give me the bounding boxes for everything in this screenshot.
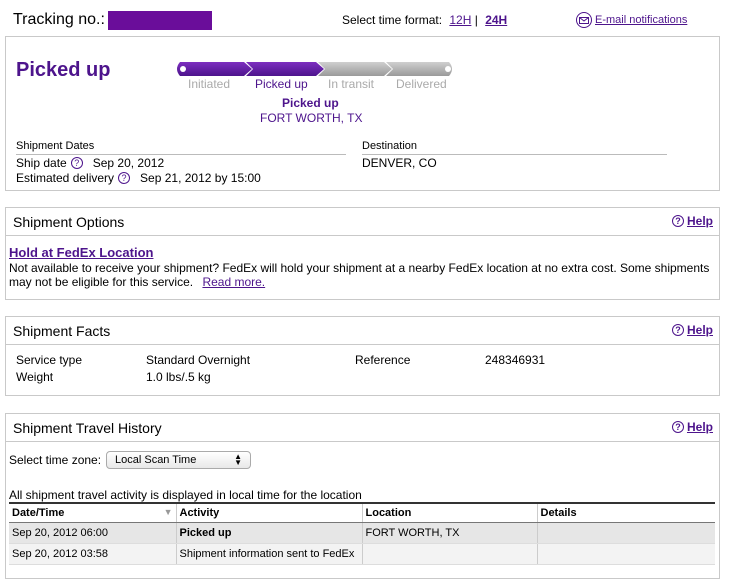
step-label-picked-up: Picked up [255,77,308,91]
divider [6,344,719,345]
destination-header: Destination [362,140,667,155]
tracking-number-redacted [108,11,212,30]
help-link-text[interactable]: Help [687,420,713,434]
time-zone-value: Local Scan Time [115,454,197,466]
hold-description-text: Not available to receive your shipment? … [9,261,710,289]
help-question-icon[interactable]: ? [118,172,131,184]
step-label-in-transit: In transit [328,77,375,91]
est-delivery-value: Sep 21, 2012 by 15:00 [140,171,261,185]
section-title: Shipment Travel History [13,420,162,436]
ship-date-label: Ship date [16,156,67,170]
table-row: Sep 20, 2012 06:00 Picked up FORT WORTH,… [9,522,715,544]
time-zone-label: Select time zone: [9,453,102,467]
est-delivery-label: Estimated delivery [16,171,115,185]
sort-down-icon[interactable]: ▼ [164,507,173,517]
est-delivery-row: Estimated delivery ? Sep 21, 2012 by 15:… [16,171,261,185]
column-header-location: Location [361,502,537,523]
progress-bar [177,62,452,76]
help-link-text[interactable]: Help [687,323,713,337]
help-question-icon: ? [671,324,684,336]
time-format-24h-link[interactable]: 24H [485,13,507,27]
tracking-header: Tracking no.: Select time format: 12H | … [5,5,720,33]
column-header-activity: Activity [175,502,362,523]
service-type-value: Standard Overnight [146,353,251,367]
select-arrows-icon: ▲ ▼ [234,452,242,467]
time-format-12h-link[interactable]: 12H [449,13,471,27]
progress-step-in-transit [318,62,392,76]
help-link-text[interactable]: Help [687,214,713,228]
status-title: Picked up [16,59,111,81]
progress-step-delivered [386,62,452,76]
tracking-number-label: Tracking no.: [13,11,105,28]
help-question-icon: ? [671,421,684,433]
ship-date-row: Ship date ? Sep 20, 2012 [16,156,164,170]
progress-step-initiated [177,62,252,76]
table-row: Sep 20, 2012 03:58 Shipment information … [9,543,715,565]
shipment-dates-header: Shipment Dates [16,140,346,155]
ship-date-value: Sep 20, 2012 [92,156,165,170]
time-format-label: Select time format: [342,13,443,27]
column-header-details: Details [536,502,715,523]
help-question-icon[interactable]: ? [70,157,83,169]
cell-location: FORT WORTH, TX [361,522,537,544]
cell-details [536,522,715,544]
time-zone-select[interactable]: Local Scan Time ▲ ▼ [106,451,251,469]
shipment-facts-panel: Shipment Facts ? Help Service type Stand… [5,316,720,396]
envelope-icon [576,12,592,28]
help-question-icon: ? [671,215,684,227]
help-link[interactable]: ? Help [671,214,713,228]
read-more-link[interactable]: Read more. [202,275,265,289]
divider [6,441,719,442]
time-zone-note: All shipment travel activity is displaye… [9,488,362,502]
cell-activity: Shipment information sent to FedEx [175,543,362,565]
cell-datetime: Sep 20, 2012 06:00 [9,522,176,544]
travel-history-table: Date/Time ▼ Activity Location Details Sep… [9,502,715,565]
section-title: Shipment Options [13,214,125,230]
reference-value: 248346931 [485,353,546,367]
divider [6,235,719,236]
email-notifications[interactable]: E-mail notifications [576,12,687,28]
service-type-label: Service type [16,353,83,367]
cell-activity: Picked up [175,522,362,544]
table-header-row: Date/Time ▼ Activity Location Details [9,502,715,523]
progress-step-picked-up [246,62,324,76]
weight-label: Weight [16,370,54,384]
cell-location [361,543,537,565]
current-status: Picked up [282,96,339,110]
section-title: Shipment Facts [13,323,111,339]
destination-value: DENVER, CO [362,156,437,170]
current-location: FORT WORTH, TX [260,111,363,125]
reference-label: Reference [355,353,411,367]
time-format-selector: Select time format: 12H | 24H [342,13,508,27]
shipment-options-panel: Shipment Options ? Help Hold at FedEx Lo… [5,207,720,300]
hold-description: Not available to receive your shipment? … [9,261,717,289]
hold-at-fedex-link[interactable]: Hold at FedEx Location [9,245,153,260]
cell-details [536,543,715,565]
cell-datetime: Sep 20, 2012 03:58 [9,543,176,565]
help-link[interactable]: ? Help [671,420,713,434]
email-notifications-link[interactable]: E-mail notifications [595,14,687,26]
step-label-delivered: Delivered [396,77,447,91]
status-panel: Picked up Initiated Picked up In transit… [5,36,720,191]
step-label-initiated: Initiated [188,77,231,91]
help-link[interactable]: ? Help [671,323,713,337]
weight-value: 1.0 lbs/.5 kg [146,370,211,384]
column-header-datetime[interactable]: Date/Time ▼ [9,502,176,523]
travel-history-panel: Shipment Travel History ? Help Select ti… [5,413,720,579]
